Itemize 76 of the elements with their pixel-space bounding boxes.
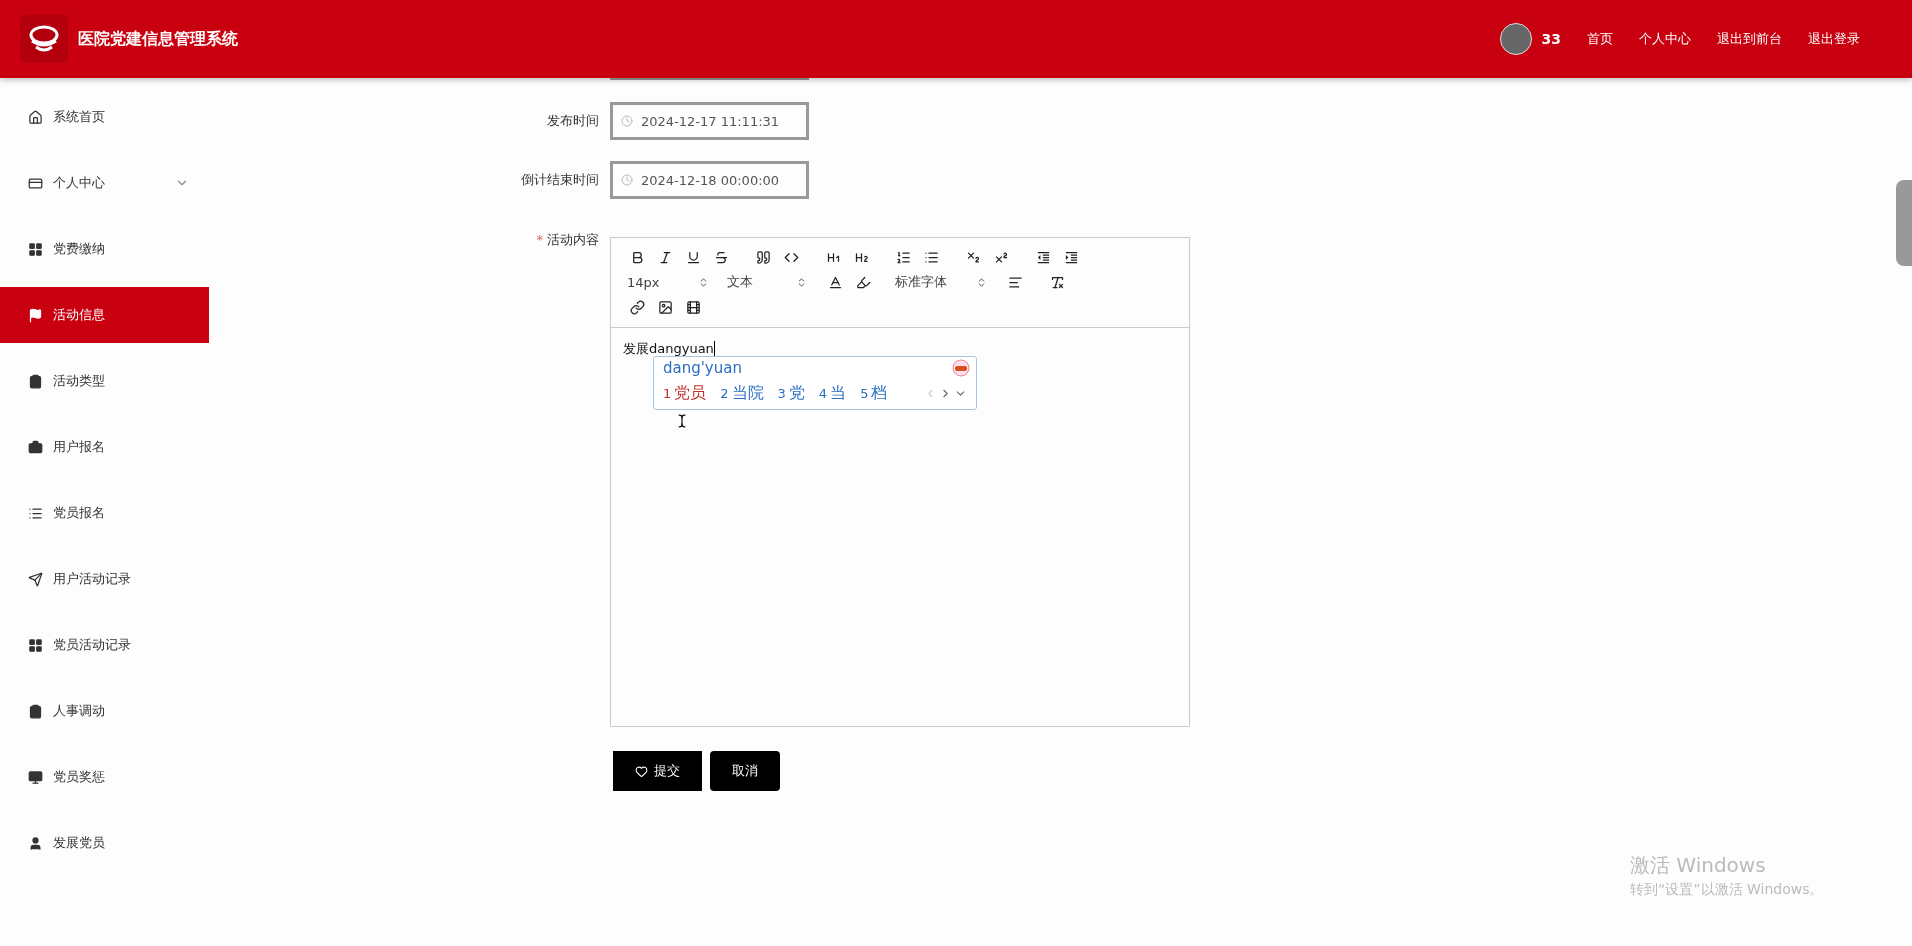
- user-name: 33: [1541, 31, 1561, 47]
- font-picker[interactable]: 标准字体: [891, 271, 991, 293]
- sidebar-item[interactable]: 党员奖惩: [0, 749, 209, 805]
- monitor-icon: [28, 769, 43, 785]
- field-label: 发布时间: [546, 112, 600, 130]
- sidebar-item[interactable]: 党费缴纳: [0, 221, 209, 277]
- indent-icon: [1063, 249, 1079, 265]
- ime-logo-icon: [952, 359, 970, 377]
- sidebar-item[interactable]: 活动信息: [0, 287, 209, 343]
- required-mark: *: [536, 232, 543, 247]
- clock-icon: [621, 115, 633, 127]
- paper-plane-icon: [28, 571, 43, 587]
- strikethrough-icon: [713, 249, 729, 265]
- field-label: 倒计结束时间: [520, 171, 600, 189]
- sidebar-item[interactable]: 党员活动记录: [0, 617, 209, 673]
- sidebar-item[interactable]: 用户报名: [0, 419, 209, 475]
- sidebar-item[interactable]: 用户活动记录: [0, 551, 209, 607]
- format-picker[interactable]: 文本: [723, 271, 811, 293]
- cancel-button[interactable]: 取消: [710, 751, 780, 791]
- sidebar-item[interactable]: 活动类型: [0, 353, 209, 409]
- grid-icon: [28, 241, 43, 257]
- submit-button[interactable]: 提交: [613, 751, 702, 791]
- ime-candidate[interactable]: 1 党员: [663, 383, 707, 404]
- ime-candidate[interactable]: 3 党: [777, 383, 805, 404]
- flag-icon: [28, 307, 43, 323]
- clock-icon: [621, 174, 633, 186]
- underline-icon: [685, 249, 701, 265]
- list-icon: [28, 505, 43, 521]
- clipboard-icon: [28, 703, 43, 719]
- ime-composition: dang'yuan: [663, 359, 742, 377]
- sort-icon: [796, 276, 807, 288]
- ime-candidate[interactable]: 5 档: [860, 383, 888, 404]
- grid-icon: [28, 637, 43, 653]
- avatar: [1499, 23, 1532, 55]
- activation-title: 激活 Windows: [1630, 852, 1767, 879]
- clipboard-icon: [28, 373, 43, 389]
- film-icon: [685, 299, 701, 315]
- house-icon: [28, 109, 43, 125]
- date-field[interactable]: 2024-12-18 00:00:00: [610, 161, 809, 199]
- subscript-icon: [965, 249, 981, 265]
- sort-icon: [698, 276, 709, 288]
- clear-format-icon: [1049, 274, 1065, 290]
- superscript-icon: [993, 249, 1009, 265]
- outdent-icon: [1035, 249, 1051, 265]
- align-left-icon: [1007, 274, 1023, 290]
- app-title: 医院党建信息管理系统: [78, 28, 238, 50]
- scrollbar[interactable]: [1896, 180, 1912, 266]
- sidebar-item[interactable]: 人事调动: [0, 683, 209, 739]
- date-field[interactable]: 2024-12-17 11:11:31: [610, 102, 809, 140]
- logo-icon: [20, 15, 68, 63]
- image-icon: [657, 299, 673, 315]
- card-icon: [28, 175, 43, 191]
- person-icon: [28, 835, 43, 851]
- size-picker[interactable]: 14px: [623, 271, 713, 293]
- nav-link[interactable]: 退出登录: [1808, 30, 1860, 48]
- bullet-list-icon: [923, 249, 939, 265]
- nav-link[interactable]: 退出到前台: [1717, 30, 1782, 48]
- ime-candidate[interactable]: 4 当: [818, 383, 847, 404]
- italic-icon: [657, 249, 673, 265]
- text-color-icon: [827, 274, 843, 290]
- sidebar-item[interactable]: 党员报名: [0, 485, 209, 541]
- sidebar-item[interactable]: 系统首页: [0, 89, 209, 145]
- ime-candidate[interactable]: 2 当院: [720, 383, 764, 404]
- ordered-list-icon: [895, 249, 911, 265]
- sidebar-item[interactable]: 发展党员: [0, 815, 209, 871]
- link-icon: [629, 299, 645, 315]
- nav-link[interactable]: 首页: [1587, 30, 1613, 48]
- activation-text: 转到“设置”以激活 Windows。: [1630, 881, 1824, 899]
- sidebar-item[interactable]: 个人中心: [0, 155, 209, 211]
- nav-link[interactable]: 个人中心: [1639, 30, 1691, 48]
- heart-icon: [635, 764, 648, 778]
- briefcase-icon: [28, 439, 43, 455]
- quote-icon: [755, 249, 771, 265]
- highlighter-icon: [855, 274, 871, 290]
- field-label: * 活动内容: [535, 231, 600, 249]
- sort-icon: [976, 276, 987, 288]
